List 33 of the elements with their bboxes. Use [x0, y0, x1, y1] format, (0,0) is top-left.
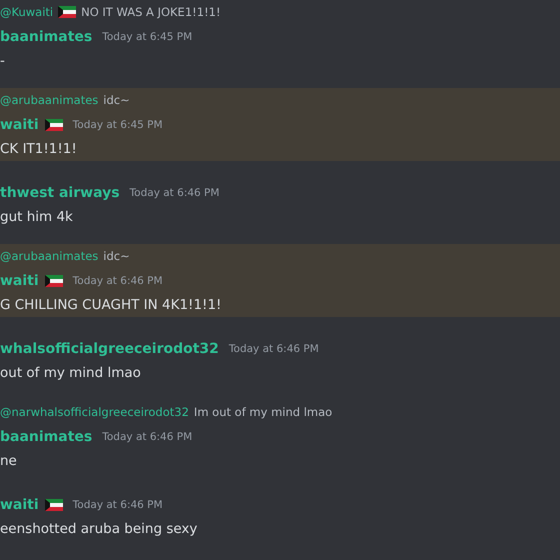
message-text: G CHILLING CUAGHT IN 4K1!1!1! [0, 297, 222, 313]
reply-text: Im out of my mind lmao [194, 405, 332, 419]
message-text: gut him 4k [0, 209, 73, 225]
flag-icon [44, 499, 63, 511]
flag-icon [58, 6, 76, 18]
username[interactable]: thwest airways [0, 185, 120, 201]
reply-text: idc~ [103, 249, 130, 263]
flag-icon [44, 119, 63, 131]
username[interactable]: waiti [0, 273, 39, 289]
flag-icon [44, 275, 63, 287]
message-text: ne [0, 453, 17, 469]
timestamp: Today at 6:46 PM [72, 275, 163, 287]
username[interactable]: baanimates [0, 429, 92, 445]
reply-text: NO IT WAS A JOKE1!1!1! [81, 5, 221, 19]
message-text: out of my mind lmao [0, 365, 141, 381]
timestamp: Today at 6:45 PM [72, 119, 163, 131]
username[interactable]: waiti [0, 497, 39, 513]
username[interactable]: whalsofficialgreeceirodot32 [0, 341, 219, 357]
username[interactable]: baanimates [0, 29, 92, 45]
reply-mention[interactable]: @arubaanimates [0, 93, 98, 107]
message-text: CK IT1!1!1! [0, 141, 77, 157]
timestamp: Today at 6:46 PM [102, 431, 192, 443]
timestamp: Today at 6:46 PM [228, 343, 319, 355]
reply-mention[interactable]: @Kuwaiti [0, 5, 54, 19]
username[interactable]: waiti [0, 117, 39, 133]
timestamp: Today at 6:46 PM [72, 499, 163, 511]
timestamp: Today at 6:46 PM [130, 187, 220, 199]
reply-mention[interactable]: @narwhalsofficialgreeceirodot32 [0, 405, 189, 419]
reply-text: idc~ [103, 93, 130, 107]
reply-mention[interactable]: @arubaanimates [0, 249, 98, 263]
message-text: eenshotted aruba being sexy [0, 521, 198, 537]
message-text: - [0, 53, 5, 69]
timestamp: Today at 6:45 PM [102, 31, 192, 43]
